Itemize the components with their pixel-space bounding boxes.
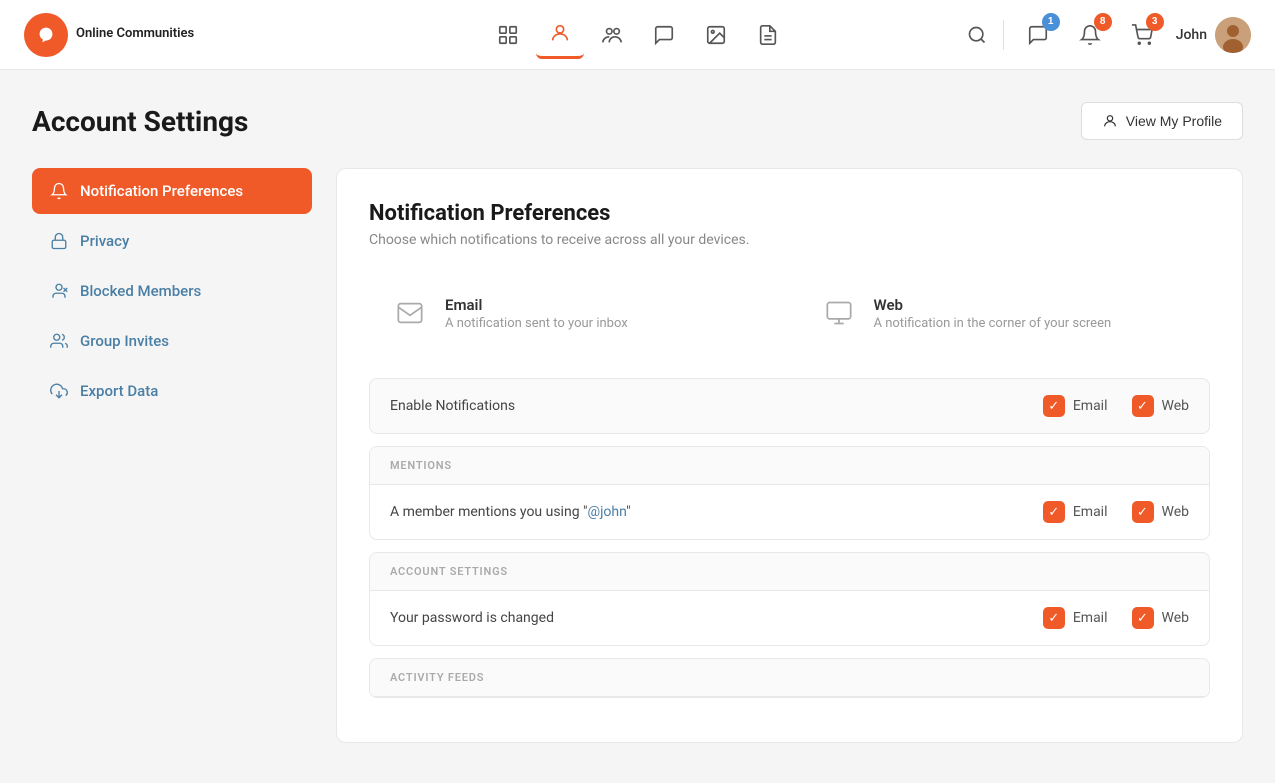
password-email-checkbox[interactable]: ✓ bbox=[1043, 607, 1065, 629]
sidebar-label-blocked-members: Blocked Members bbox=[80, 282, 201, 300]
sidebar-item-notification-preferences[interactable]: Notification Preferences bbox=[32, 168, 312, 214]
user-name: John bbox=[1176, 27, 1207, 43]
password-changed-checks: ✓ Email ✓ Web bbox=[1043, 607, 1189, 629]
email-channel-card: Email A notification sent to your inbox bbox=[369, 276, 782, 350]
mentions-group: MENTIONS A member mentions you using "@j… bbox=[369, 446, 1210, 540]
cloud-icon bbox=[50, 382, 68, 400]
page-header: Account Settings View My Profile bbox=[32, 102, 1243, 140]
bell-icon bbox=[50, 182, 68, 200]
mention-web-label: Web bbox=[1162, 504, 1190, 520]
avatar bbox=[1215, 17, 1251, 53]
mention-email-check[interactable]: ✓ Email bbox=[1043, 501, 1108, 523]
password-web-check[interactable]: ✓ Web bbox=[1132, 607, 1190, 629]
sidebar-label-group-invites: Group Invites bbox=[80, 332, 169, 350]
cart-badge-btn[interactable]: 3 bbox=[1124, 17, 1160, 53]
messages-badge: 1 bbox=[1042, 13, 1060, 31]
enable-web-label: Web bbox=[1162, 398, 1190, 414]
sidebar-item-export-data[interactable]: Export Data bbox=[32, 368, 312, 414]
email-channel-name: Email bbox=[445, 296, 628, 314]
account-settings-group-header: ACCOUNT SETTINGS bbox=[370, 553, 1209, 591]
page-container: Account Settings View My Profile Notific… bbox=[0, 70, 1275, 743]
account-settings-group: ACCOUNT SETTINGS Your password is change… bbox=[369, 552, 1210, 646]
logo-icon[interactable] bbox=[24, 13, 68, 57]
topnav-right: 1 8 3 John bbox=[944, 17, 1251, 53]
nav-media-btn[interactable] bbox=[692, 11, 740, 59]
activity-feeds-group: ACTIVITY FEEDS bbox=[369, 658, 1210, 698]
sidebar-item-blocked-members[interactable]: Blocked Members bbox=[32, 268, 312, 314]
view-profile-label: View My Profile bbox=[1126, 113, 1222, 129]
enable-notifications-label: Enable Notifications bbox=[390, 398, 1043, 414]
view-profile-button[interactable]: View My Profile bbox=[1081, 102, 1243, 140]
nav-divider bbox=[1003, 20, 1004, 50]
user-block-icon bbox=[50, 282, 68, 300]
main-content: Notification Preferences Choose which no… bbox=[336, 168, 1243, 743]
web-channel-card: Web A notification in the corner of your… bbox=[798, 276, 1211, 350]
enable-email-check[interactable]: ✓ Email bbox=[1043, 395, 1108, 417]
enable-notifications-checks: ✓ Email ✓ Web bbox=[1043, 395, 1189, 417]
search-btn[interactable] bbox=[967, 25, 987, 45]
member-mention-label: A member mentions you using "@john" bbox=[390, 504, 1043, 520]
password-changed-row: Your password is changed ✓ Email ✓ Web bbox=[370, 591, 1209, 645]
member-mention-row: A member mentions you using "@john" ✓ Em… bbox=[370, 485, 1209, 539]
sidebar-label-export-data: Export Data bbox=[80, 382, 158, 400]
sidebar: Notification Preferences Privacy Blocked… bbox=[32, 168, 312, 743]
web-channel-desc: A notification in the corner of your scr… bbox=[874, 316, 1112, 331]
user-info[interactable]: John bbox=[1176, 17, 1251, 53]
sidebar-item-privacy[interactable]: Privacy bbox=[32, 218, 312, 264]
enable-email-label: Email bbox=[1073, 398, 1108, 414]
password-changed-label: Your password is changed bbox=[390, 610, 1043, 626]
mention-web-checkbox[interactable]: ✓ bbox=[1132, 501, 1154, 523]
lock-icon bbox=[50, 232, 68, 250]
cart-badge: 3 bbox=[1146, 13, 1164, 31]
brand-name: Online Communities bbox=[76, 26, 194, 43]
activity-feeds-group-header: ACTIVITY FEEDS bbox=[370, 659, 1209, 697]
notifications-badge-btn[interactable]: 8 bbox=[1072, 17, 1108, 53]
notifications-badge: 8 bbox=[1094, 13, 1112, 31]
content-layout: Notification Preferences Privacy Blocked… bbox=[32, 168, 1243, 743]
sidebar-item-group-invites[interactable]: Group Invites bbox=[32, 318, 312, 364]
sidebar-label-notification-preferences: Notification Preferences bbox=[80, 182, 243, 200]
nav-profile-btn[interactable] bbox=[536, 11, 584, 59]
profile-icon bbox=[1102, 113, 1118, 129]
nav-groups-btn[interactable] bbox=[588, 11, 636, 59]
mention-email-label: Email bbox=[1073, 504, 1108, 520]
password-email-check[interactable]: ✓ Email bbox=[1043, 607, 1108, 629]
nav-dashboard-btn[interactable] bbox=[484, 11, 532, 59]
enable-web-checkbox[interactable]: ✓ bbox=[1132, 395, 1154, 417]
section-desc: Choose which notifications to receive ac… bbox=[369, 232, 1210, 248]
page-title: Account Settings bbox=[32, 105, 248, 138]
enable-notifications-row: Enable Notifications ✓ Email ✓ Web bbox=[369, 378, 1210, 434]
topnav-brand: Online Communities bbox=[24, 13, 331, 57]
password-email-label: Email bbox=[1073, 610, 1108, 626]
mention-tag: @john bbox=[588, 504, 627, 520]
section-title: Notification Preferences bbox=[369, 201, 1210, 226]
topnav-icons bbox=[331, 11, 945, 59]
mention-email-checkbox[interactable]: ✓ bbox=[1043, 501, 1065, 523]
web-channel-name: Web bbox=[874, 296, 1112, 314]
sidebar-label-privacy: Privacy bbox=[80, 232, 129, 250]
messages-badge-btn[interactable]: 1 bbox=[1020, 17, 1056, 53]
nav-documents-btn[interactable] bbox=[744, 11, 792, 59]
mention-web-check[interactable]: ✓ Web bbox=[1132, 501, 1190, 523]
email-icon bbox=[389, 292, 431, 334]
password-web-label: Web bbox=[1162, 610, 1190, 626]
enable-email-checkbox[interactable]: ✓ bbox=[1043, 395, 1065, 417]
password-web-checkbox[interactable]: ✓ bbox=[1132, 607, 1154, 629]
member-mention-checks: ✓ Email ✓ Web bbox=[1043, 501, 1189, 523]
enable-web-check[interactable]: ✓ Web bbox=[1132, 395, 1190, 417]
nav-messages-btn[interactable] bbox=[640, 11, 688, 59]
email-channel-desc: A notification sent to your inbox bbox=[445, 316, 628, 331]
monitor-icon bbox=[818, 292, 860, 334]
channel-cards: Email A notification sent to your inbox … bbox=[369, 276, 1210, 350]
users-icon bbox=[50, 332, 68, 350]
mentions-group-header: MENTIONS bbox=[370, 447, 1209, 485]
topnav: Online Communities bbox=[0, 0, 1275, 70]
